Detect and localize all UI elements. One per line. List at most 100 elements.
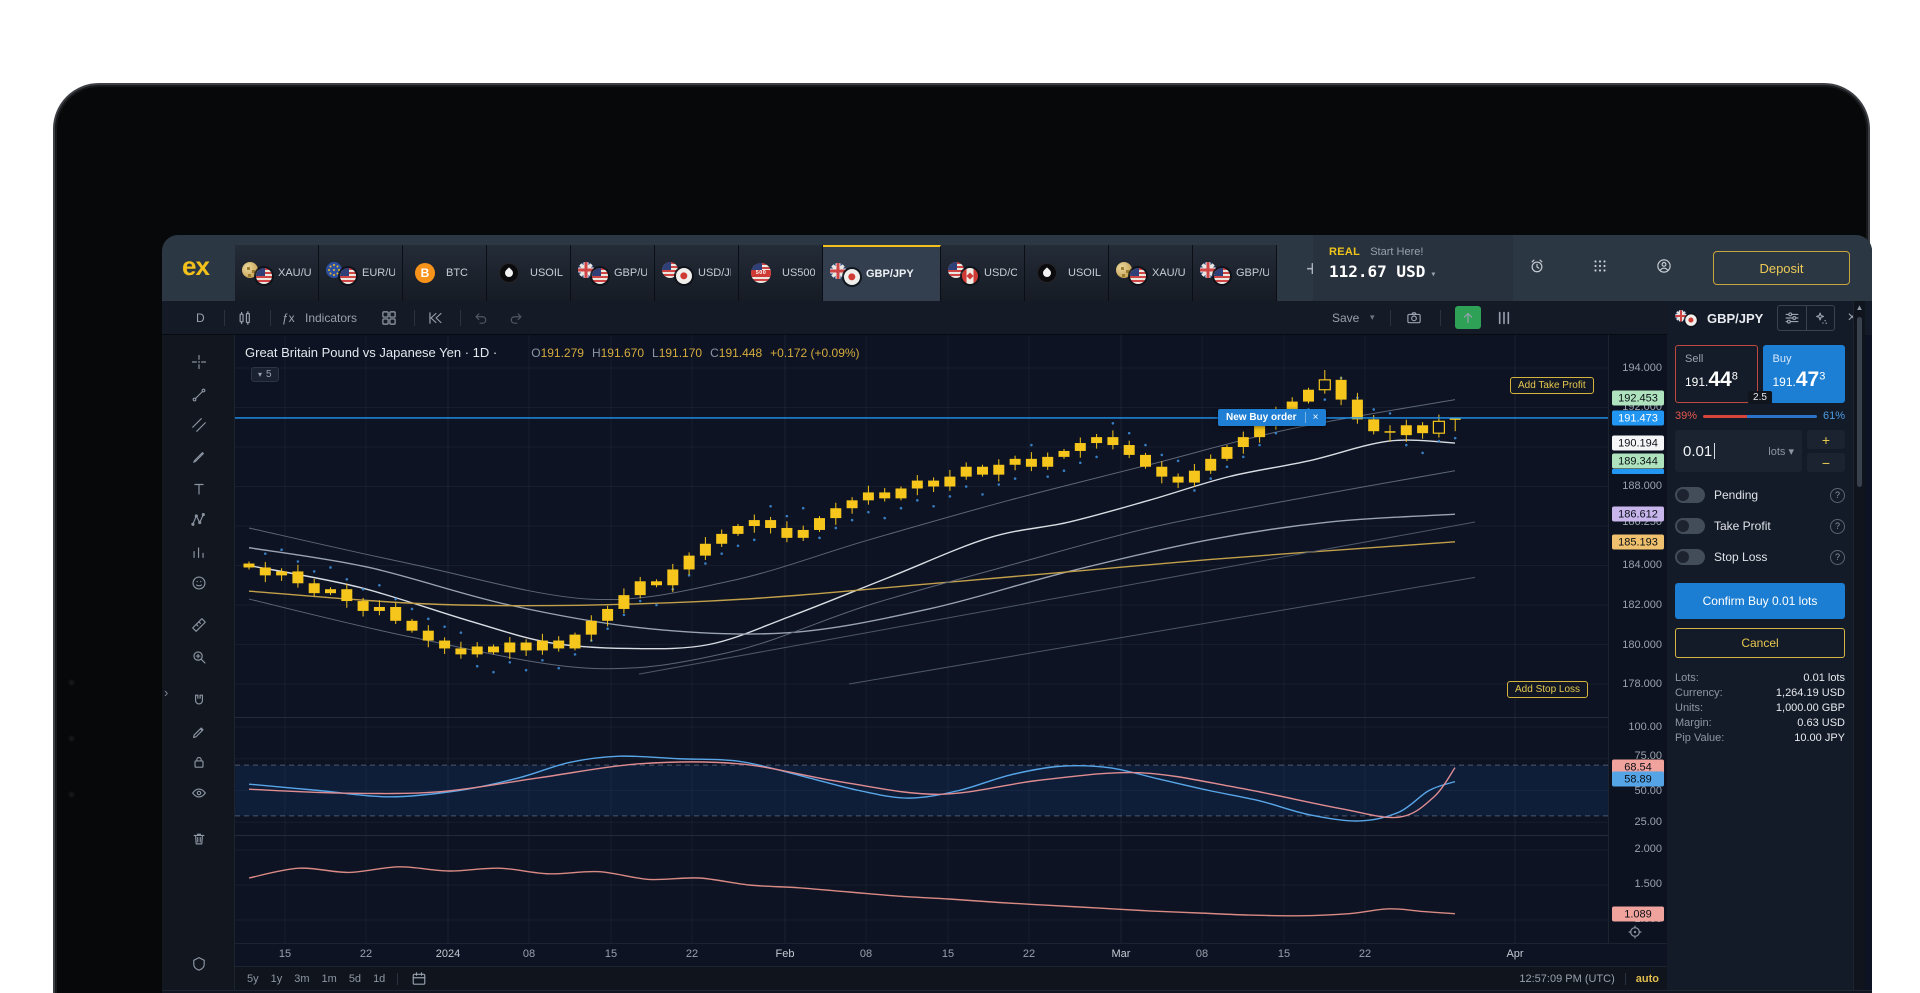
symbol-tab-xau-usd[interactable]: XAU/USD bbox=[235, 245, 319, 301]
time-tick: 22 bbox=[1023, 948, 1035, 960]
text-icon[interactable] bbox=[186, 476, 212, 502]
undo-icon[interactable] bbox=[472, 301, 490, 334]
publish-button[interactable] bbox=[1455, 306, 1481, 329]
timeframe-3m[interactable]: 3m bbox=[294, 973, 309, 985]
clock[interactable]: 12:57:09 PM (UTC) bbox=[1519, 973, 1614, 985]
symbol-tab-btc[interactable]: BTC bbox=[403, 245, 487, 301]
time-axis[interactable]: 15222024081522Feb081522Mar081522Apr bbox=[235, 943, 1667, 966]
help-icon[interactable]: ? bbox=[1830, 488, 1845, 503]
magnifier-icon[interactable] bbox=[186, 644, 212, 670]
deposit-button[interactable]: Deposit bbox=[1713, 251, 1850, 285]
trendline-icon[interactable] bbox=[186, 382, 212, 408]
symbol-tab-usd-jpy[interactable]: USD/JPY bbox=[655, 245, 739, 301]
symbol-flag-icon bbox=[1675, 309, 1697, 326]
toggle-row-take-profit: Take Profit? bbox=[1675, 518, 1845, 534]
xabcd-icon[interactable] bbox=[186, 507, 212, 533]
timeframe-5d[interactable]: 5d bbox=[349, 973, 361, 985]
add-take-profit-button[interactable]: Add Take Profit bbox=[1510, 377, 1594, 394]
symbol-tab-gbp-jpy[interactable]: GBP/JPY bbox=[823, 245, 941, 301]
price-tick: 194.000 bbox=[1622, 362, 1662, 374]
channel-icon[interactable] bbox=[186, 412, 212, 438]
remove-order-icon[interactable]: × bbox=[1305, 412, 1319, 423]
interval-button[interactable]: D bbox=[196, 301, 205, 334]
profile-icon[interactable] bbox=[1655, 257, 1679, 281]
symbol-tab-eur-usd[interactable]: EUR/USD bbox=[319, 245, 403, 301]
apps-grid-icon[interactable] bbox=[1591, 257, 1615, 281]
volume-decrease-button[interactable]: − bbox=[1807, 453, 1845, 472]
quick-trade-icon[interactable] bbox=[1807, 306, 1835, 330]
auto-scale-toggle[interactable]: auto bbox=[1636, 973, 1659, 985]
trash-icon[interactable] bbox=[186, 826, 212, 852]
timeframe-1y[interactable]: 1y bbox=[271, 973, 283, 985]
stop-loss-toggle[interactable] bbox=[1675, 549, 1705, 565]
panels-icon[interactable] bbox=[1495, 301, 1513, 334]
price-scale[interactable]: 194.000192.000188.000186.250184.000182.0… bbox=[1608, 335, 1667, 943]
symbol-tab-usoil[interactable]: USOIL bbox=[1025, 245, 1109, 301]
pencil-icon[interactable] bbox=[186, 719, 212, 745]
chevron-down-icon[interactable]: ▾ bbox=[1370, 301, 1375, 334]
redo-icon[interactable] bbox=[507, 301, 525, 334]
order-settings-icon[interactable] bbox=[1778, 306, 1806, 330]
take-profit-toggle[interactable] bbox=[1675, 518, 1705, 534]
new-buy-order-label[interactable]: New Buy order × bbox=[1218, 409, 1326, 426]
candle-style-icon[interactable] bbox=[236, 301, 254, 334]
scroll-up-icon[interactable]: ▲ bbox=[1854, 303, 1865, 312]
cancel-button[interactable]: Cancel bbox=[1675, 628, 1845, 658]
volume-input[interactable]: 0.01 lots ▾ bbox=[1675, 430, 1802, 472]
confirm-buy-button[interactable]: Confirm Buy 0.01 lots bbox=[1675, 583, 1845, 619]
us-jp-flag-icon bbox=[662, 261, 692, 285]
symbol-tab-gbp-usd[interactable]: GBP/USD bbox=[571, 245, 655, 301]
fx-icon[interactable]: ƒx bbox=[282, 301, 295, 334]
forecast-icon[interactable] bbox=[186, 539, 212, 565]
symbol-tab-xau-usd[interactable]: XAU/USD bbox=[1109, 245, 1193, 301]
add-stop-loss-button[interactable]: Add Stop Loss bbox=[1507, 681, 1588, 698]
alerts-icon[interactable] bbox=[1528, 257, 1552, 281]
buy-button[interactable]: Buy 191.473 bbox=[1763, 345, 1846, 403]
page: ex XAU/USDEUR/USDBTCUSOILGBP/USDUSD/JPY5… bbox=[0, 0, 1920, 993]
scroll-to-realtime-icon[interactable] bbox=[1626, 923, 1854, 946]
ruler-icon[interactable] bbox=[186, 612, 212, 638]
lock-icon[interactable] bbox=[186, 749, 212, 775]
symbol-tab-usoil[interactable]: USOIL bbox=[487, 245, 571, 301]
tab-label: USOIL bbox=[530, 267, 563, 279]
us500-flag-icon: 500 bbox=[746, 261, 776, 285]
timeframe-1m[interactable]: 1m bbox=[322, 973, 337, 985]
eu-us-flag-icon bbox=[326, 261, 356, 285]
trading-app-screen: ex XAU/USDEUR/USDBTCUSOILGBP/USDUSD/JPY5… bbox=[162, 235, 1872, 993]
symbol-tab-usd-cad[interactable]: USD/CAD bbox=[941, 245, 1025, 301]
collapse-arrow-icon[interactable]: › bbox=[164, 685, 168, 700]
time-tick: Mar bbox=[1112, 948, 1131, 960]
volume-unit-dropdown[interactable]: lots ▾ bbox=[1768, 445, 1794, 458]
brush-icon[interactable] bbox=[186, 444, 212, 470]
eye-icon[interactable] bbox=[186, 780, 212, 806]
pending-toggle[interactable] bbox=[1675, 487, 1705, 503]
save-button[interactable]: Save bbox=[1332, 301, 1359, 334]
sell-button[interactable]: Sell 191.448 bbox=[1675, 345, 1758, 403]
screenshot-icon[interactable] bbox=[1405, 301, 1423, 334]
crosshair-icon[interactable] bbox=[186, 349, 212, 375]
go-to-date-icon[interactable] bbox=[410, 970, 428, 988]
panel-scrollbar[interactable]: ▲ bbox=[1853, 301, 1865, 993]
chart-area[interactable]: Great Britain Pound vs Japanese Yen · 1D… bbox=[235, 335, 1608, 943]
timeframe-1d[interactable]: 1d bbox=[373, 973, 385, 985]
symbol-tab-gbp-usd[interactable]: GBP/USD bbox=[1193, 245, 1277, 301]
gold-us-flag-icon bbox=[1116, 261, 1146, 285]
help-icon[interactable]: ? bbox=[1830, 519, 1845, 534]
help-icon[interactable]: ? bbox=[1830, 550, 1845, 565]
uk-us-flag-icon bbox=[578, 261, 608, 285]
candlestick-chart[interactable] bbox=[235, 335, 1608, 943]
account-summary[interactable]: REAL Start Here! 112.67 USD▾ bbox=[1313, 235, 1513, 301]
indicators-button[interactable]: Indicators bbox=[305, 301, 357, 334]
toggle-row-stop-loss: Stop Loss? bbox=[1675, 549, 1845, 565]
hidden-indicators-chip[interactable]: ▾ 5 bbox=[251, 367, 279, 382]
emoji-icon[interactable] bbox=[186, 570, 212, 596]
symbol-tab-us500[interactable]: 500US500 bbox=[739, 245, 823, 301]
magnet-icon[interactable] bbox=[186, 688, 212, 714]
volume-increase-button[interactable]: + bbox=[1807, 430, 1845, 449]
timeframe-5y[interactable]: 5y bbox=[247, 973, 259, 985]
shield-icon[interactable] bbox=[186, 951, 212, 977]
replay-icon[interactable] bbox=[426, 301, 444, 334]
buy-sentiment: 61% bbox=[1823, 410, 1845, 422]
detail-row: Units:1,000.00 GBP bbox=[1675, 701, 1845, 716]
layout-grid-icon[interactable] bbox=[380, 301, 398, 334]
